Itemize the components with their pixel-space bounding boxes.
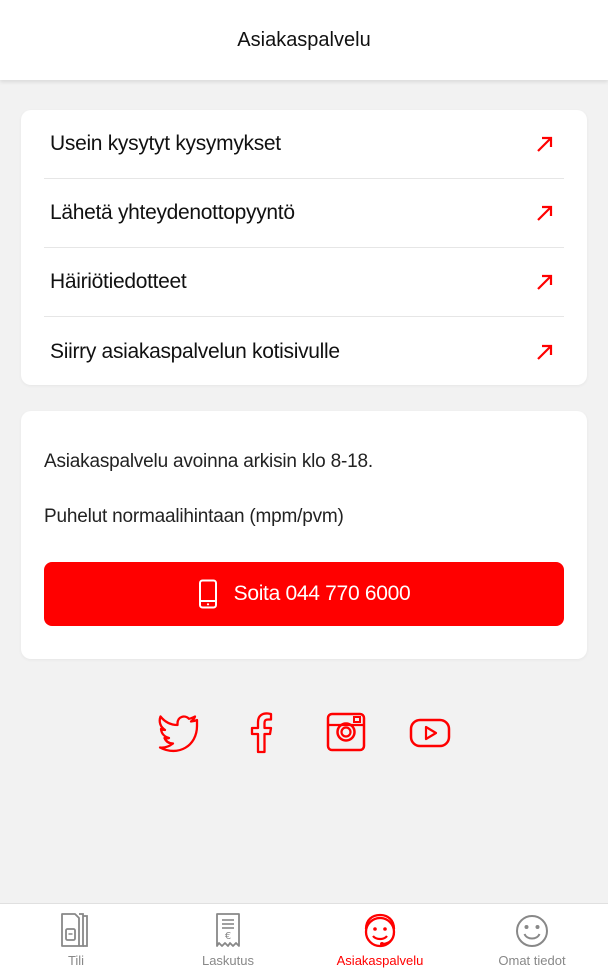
page-header: Asiakaspalvelu [0, 0, 608, 80]
facebook-icon[interactable] [240, 710, 284, 754]
link-label: Siirry asiakaspalvelun kotisivulle [50, 339, 340, 363]
bottom-navigation: Tili € Laskutus Asiakaspalvelu Omat tied… [0, 903, 608, 975]
twitter-icon[interactable] [157, 710, 201, 754]
link-contact-request[interactable]: Lähetä yhteydenottopyyntö [44, 179, 564, 248]
external-arrow-icon [537, 136, 553, 152]
instagram-icon[interactable] [324, 710, 368, 754]
nav-item-laskutus[interactable]: € Laskutus [152, 904, 304, 975]
nav-item-tili[interactable]: Tili [0, 904, 152, 975]
nav-item-omat-tiedot[interactable]: Omat tiedot [456, 904, 608, 975]
nav-label-laskutus: Laskutus [201, 953, 255, 968]
link-label: Usein kysytyt kysymykset [50, 132, 281, 155]
contact-info-card: Asiakaspalvelu avoinna arkisin klo 8-18.… [21, 411, 587, 659]
social-links [0, 710, 608, 760]
link-label: Lähetä yhteydenottopyyntö [50, 201, 295, 224]
call-price-text: Puhelut normaalihintaan (mpm/pvm) [44, 506, 344, 527]
nav-item-asiakaspalvelu[interactable]: Asiakaspalvelu [304, 904, 456, 975]
opening-hours-text: Asiakaspalvelu avoinna arkisin klo 8-18. [44, 451, 373, 472]
link-faq[interactable]: Usein kysytyt kysymykset [44, 110, 564, 179]
smiley-icon [516, 915, 548, 947]
phone-icon [198, 579, 217, 609]
links-card: Usein kysytyt kysymykset Lähetä yhteyden… [21, 110, 587, 385]
external-arrow-icon [537, 344, 553, 360]
link-outages[interactable]: Häiriötiedotteet [44, 248, 564, 317]
external-arrow-icon [537, 274, 553, 290]
external-arrow-icon [537, 205, 553, 221]
nav-label-asiakaspalvelu: Asiakaspalvelu [336, 953, 424, 968]
call-button-label: Soita 044 770 6000 [233, 582, 411, 605]
link-support-homepage[interactable]: Siirry asiakaspalvelun kotisivulle [44, 317, 564, 386]
nav-label-omat-tiedot: Omat tiedot [498, 953, 566, 968]
svg-text:€: € [225, 931, 231, 942]
page-title: Asiakaspalvelu [237, 28, 371, 51]
call-button[interactable]: Soita 044 770 6000 [44, 562, 564, 626]
support-icon [364, 913, 396, 948]
sim-icon [61, 913, 88, 947]
link-label: Häiriötiedotteet [50, 270, 187, 293]
nav-label-tili: Tili [67, 953, 85, 968]
invoice-icon: € [216, 913, 240, 947]
youtube-icon[interactable] [408, 710, 452, 754]
